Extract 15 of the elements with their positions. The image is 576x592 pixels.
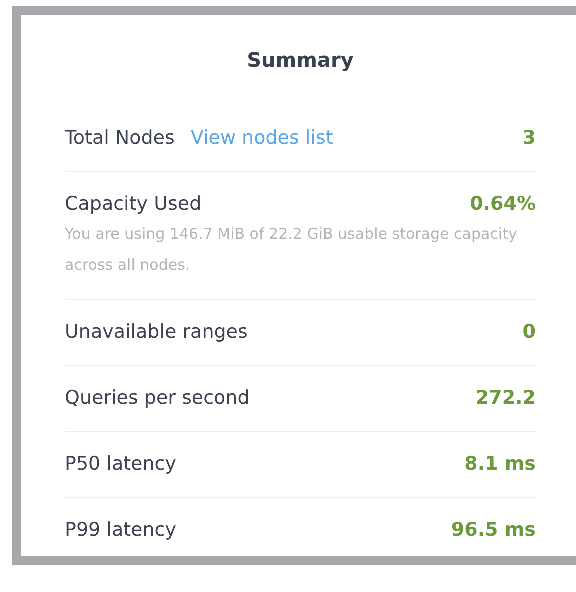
metric-label: P50 latency <box>65 452 176 477</box>
metric-label: Capacity Used <box>65 192 202 217</box>
metric-value: 3 <box>522 126 536 151</box>
card-title: Summary <box>246 47 355 74</box>
metric-label: Unavailable ranges <box>65 320 248 345</box>
metric-value: 0.64% <box>470 192 536 217</box>
metric-value: 96.5 ms <box>451 518 536 543</box>
metric-description: You are using 146.7 MiB of 22.2 GiB usable storage capacity across all nodes. <box>65 224 518 276</box>
metric-label: Queries per second <box>65 386 250 411</box>
metric-label: P99 latency <box>65 518 176 543</box>
metric-value: 272.2 <box>476 386 536 411</box>
metric-value: 0 <box>522 320 536 345</box>
view-nodes-link[interactable]: View nodes list <box>190 123 334 153</box>
metric-label: Total Nodes <box>65 126 175 151</box>
metric-value: 8.1 ms <box>464 452 536 477</box>
